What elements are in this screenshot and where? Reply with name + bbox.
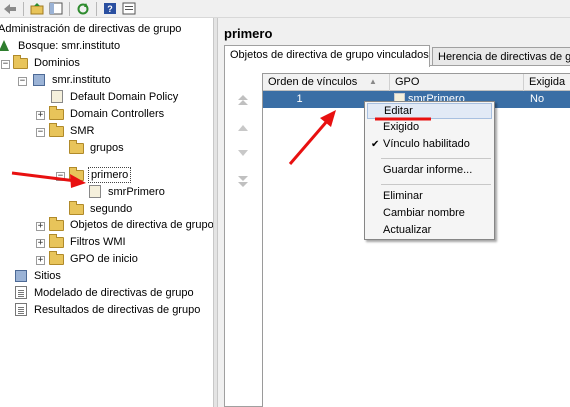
column-header-gpo[interactable]: GPO: [390, 74, 524, 91]
tree-item-label: GPO de inicio: [70, 253, 138, 265]
expand-icon[interactable]: +: [36, 111, 45, 120]
tree-item-label: primero: [88, 167, 132, 183]
forest-icon: [0, 39, 13, 53]
tree-item-default-domain-policy[interactable]: Default Domain Policy: [49, 89, 180, 105]
folder-icon: [13, 55, 29, 70]
tree-item-gpo-objects[interactable]: Objetos de directiva de grupo: [49, 217, 213, 233]
console-tree: Administración de directivas de grupo Bo…: [0, 18, 213, 407]
tree-item-smrprimero[interactable]: smrPrimero: [87, 184, 167, 200]
tree-item-label: Domain Controllers: [70, 108, 165, 120]
tab-inheritance[interactable]: Herencia de directivas de gr: [432, 47, 570, 66]
menu-separator: [381, 184, 491, 185]
tree-item-starter-gpo[interactable]: GPO de inicio: [49, 251, 140, 267]
tree-item-segundo[interactable]: segundo: [69, 201, 134, 217]
tree-item-primero[interactable]: primero: [69, 167, 132, 183]
tree-item-label: Bosque: smr.instituto: [18, 40, 121, 52]
folder-icon: [49, 251, 65, 266]
menu-item-link-enabled[interactable]: ✔ Vínculo habilitado: [367, 137, 492, 153]
ou-folder-icon: [69, 167, 85, 182]
tree-item-smr[interactable]: SMR: [49, 123, 96, 139]
menu-item-rename[interactable]: Cambiar nombre: [367, 206, 492, 222]
menu-item-delete[interactable]: Eliminar: [367, 189, 492, 205]
tree-item-label: Resultados de directivas de grupo: [34, 304, 201, 316]
expand-icon[interactable]: +: [36, 239, 45, 248]
expand-icon[interactable]: +: [36, 256, 45, 265]
tree-item-label: grupos: [90, 142, 124, 154]
tree-item-forest[interactable]: Bosque: smr.instituto: [0, 38, 122, 54]
folder-icon: [49, 217, 65, 232]
svg-text:?: ?: [107, 4, 113, 14]
move-down-icon[interactable]: [236, 148, 250, 162]
back-arrow-icon[interactable]: [2, 1, 18, 16]
properties-icon[interactable]: [121, 1, 137, 16]
tree-item-grupos[interactable]: grupos: [69, 140, 126, 156]
menu-item-enforced[interactable]: Exigido: [367, 120, 492, 136]
tree-item-modeling[interactable]: Modelado de directivas de grupo: [13, 285, 196, 301]
expand-icon[interactable]: +: [36, 222, 45, 231]
gpo-link-icon: [49, 90, 65, 104]
tree-item-label: Dominios: [34, 57, 80, 69]
help-icon[interactable]: ?: [102, 1, 118, 16]
tree-item-sites[interactable]: Sitios: [13, 268, 63, 284]
collapse-icon[interactable]: −: [1, 60, 10, 69]
tree-item-wmi-filters[interactable]: Filtros WMI: [49, 234, 128, 250]
tree-item-label: smrPrimero: [108, 186, 165, 198]
menu-item-edit[interactable]: Editar: [367, 103, 492, 119]
cell-enforced: No: [530, 93, 545, 105]
ou-folder-icon: [49, 106, 65, 121]
tree-item-label: Objetos de directiva de grupo: [70, 219, 213, 231]
tree-item-dominios[interactable]: Dominios: [13, 55, 82, 71]
toolbar-separator: [23, 1, 24, 16]
folder-icon: [49, 234, 65, 249]
menu-item-refresh[interactable]: Actualizar: [367, 223, 492, 239]
show-hide-tree-icon[interactable]: [48, 1, 64, 16]
table-header: Orden de vínculos ▲ GPO Exigida: [263, 74, 570, 91]
tab-strip: Objetos de directiva de grupo vinculados…: [224, 45, 570, 67]
tree-item-root[interactable]: Administración de directivas de grupo: [0, 21, 183, 37]
tree-item-domain-controllers[interactable]: Domain Controllers: [49, 106, 166, 122]
tree-item-label: Administración de directivas de grupo: [0, 23, 182, 35]
collapse-icon[interactable]: −: [56, 172, 65, 181]
column-header-enforced[interactable]: Exigida: [524, 74, 570, 91]
tree-item-label: SMR: [70, 125, 95, 137]
toolbar: ?: [0, 0, 570, 18]
tree-item-label: segundo: [90, 203, 133, 215]
menu-item-save-report[interactable]: Guardar informe...: [367, 163, 492, 179]
sites-icon: [13, 269, 29, 283]
tree-item-domain[interactable]: smr.instituto: [31, 72, 113, 88]
column-header-link-order[interactable]: Orden de vínculos ▲: [263, 74, 390, 91]
ou-folder-icon: [69, 201, 85, 216]
gpo-link-icon: [87, 185, 103, 199]
domain-icon: [31, 73, 47, 87]
collapse-icon[interactable]: −: [18, 77, 27, 86]
page-title: primero: [224, 26, 273, 41]
tree-item-label: Sitios: [34, 270, 61, 282]
menu-separator: [381, 158, 491, 159]
context-menu: Editar Exigido ✔ Vínculo habilitado Guard…: [364, 101, 495, 240]
tree-item-label: Filtros WMI: [70, 236, 126, 248]
move-up-icon[interactable]: [236, 123, 250, 137]
toolbar-separator: [96, 1, 97, 16]
tab-linked-gpos[interactable]: Objetos de directiva de grupo vinculados: [224, 45, 430, 67]
folder-up-icon[interactable]: [29, 1, 45, 16]
modeling-icon: [13, 286, 29, 300]
tree-item-results[interactable]: Resultados de directivas de grupo: [13, 302, 202, 318]
tree-item-label: Default Domain Policy: [70, 91, 179, 103]
tree-item-label: Modelado de directivas de grupo: [34, 287, 194, 299]
check-icon: ✔: [371, 139, 380, 150]
move-to-bottom-icon[interactable]: [236, 175, 250, 189]
toolbar-separator: [69, 1, 70, 16]
move-to-top-icon[interactable]: [236, 94, 250, 108]
ou-folder-icon: [49, 123, 65, 138]
refresh-icon[interactable]: [75, 1, 91, 16]
tree-item-label: smr.instituto: [52, 74, 111, 86]
ou-folder-icon: [69, 140, 85, 155]
results-icon: [13, 303, 29, 317]
sort-ascending-icon: ▲: [369, 77, 377, 86]
collapse-icon[interactable]: −: [36, 128, 45, 137]
